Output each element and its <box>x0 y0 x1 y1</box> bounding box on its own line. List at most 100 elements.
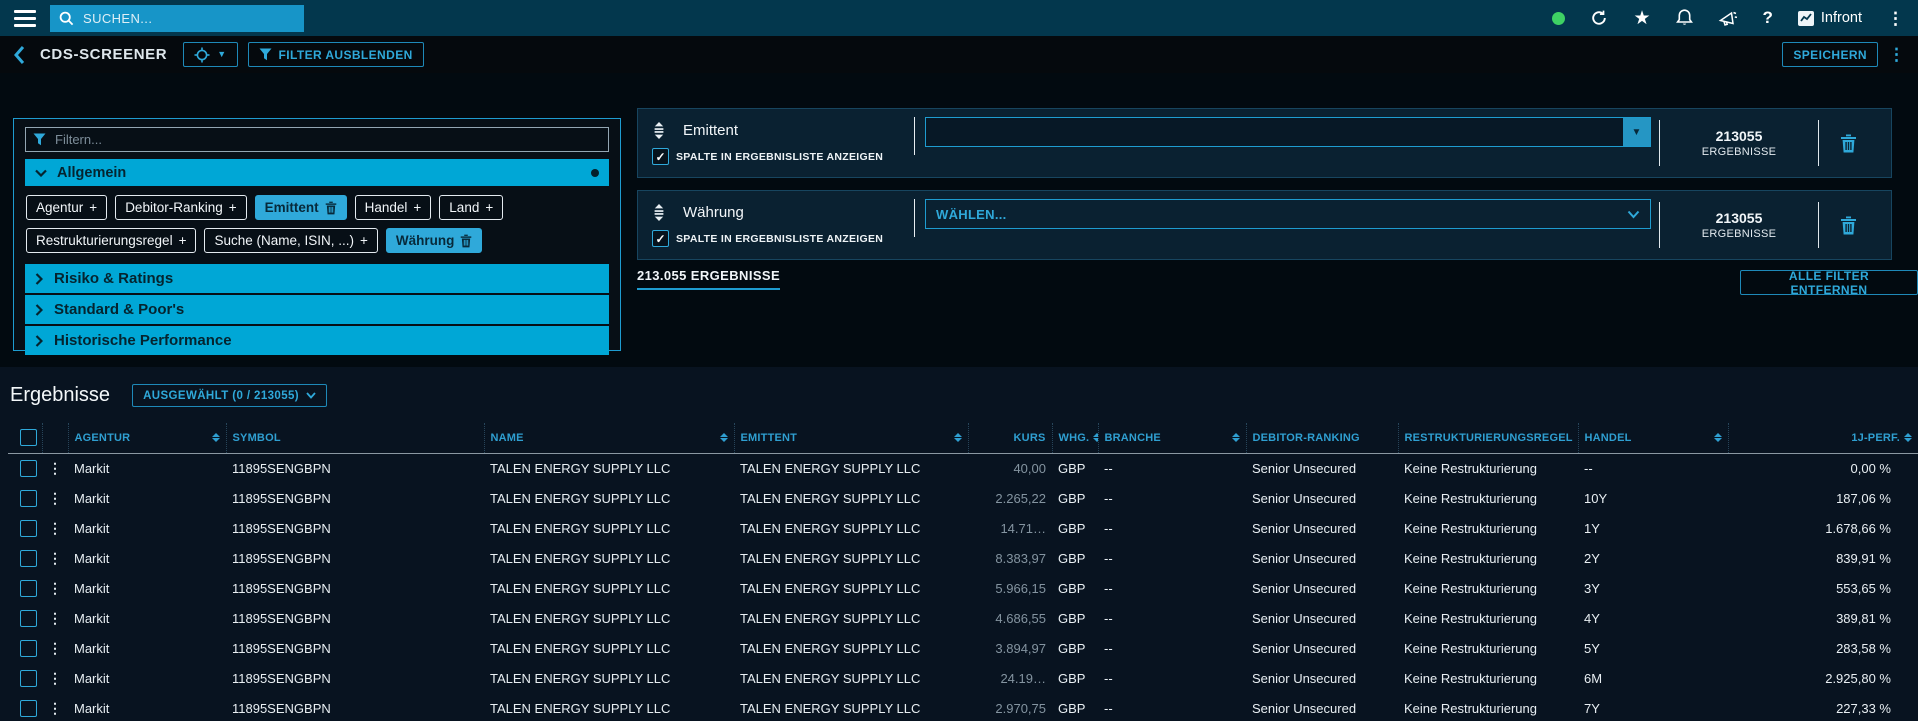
chip-label: Debitor-Ranking <box>125 200 223 215</box>
filter-chip-restrukturierungsregel[interactable]: Restrukturierungsregel + <box>26 228 196 253</box>
row-menu-icon[interactable]: ⋮ <box>48 550 62 566</box>
filter-search-input[interactable] <box>53 131 601 148</box>
chip-label: Emittent <box>265 200 319 215</box>
remove-filter-trash-icon[interactable] <box>1819 216 1877 235</box>
cell-restrukturierungsregel: Keine Restrukturierung <box>1398 454 1578 484</box>
row-checkbox[interactable] <box>20 610 37 627</box>
filter-search[interactable] <box>25 127 609 152</box>
drag-handle-icon[interactable] <box>652 122 666 139</box>
column-header-name[interactable]: NAME <box>484 423 734 454</box>
total-results-link[interactable]: 213.055 ERGEBNISSE <box>637 268 780 290</box>
toolbar-more-icon[interactable]: ⋮ <box>1888 45 1905 65</box>
waehrung-select[interactable]: WÄHLEN... <box>925 199 1651 229</box>
result-count-label: ERGEBNISSE <box>1660 228 1818 240</box>
filter-sidebar: Allgemein Agentur+Debitor-Ranking+Emitte… <box>13 118 621 351</box>
row-menu-icon[interactable]: ⋮ <box>48 520 62 536</box>
column-header-emittent[interactable]: EMITTENT <box>734 423 968 454</box>
section-label: Historische Performance <box>54 332 232 349</box>
selected-dropdown-button[interactable]: AUSGEWÄHLT (0 / 213055) <box>132 384 327 407</box>
announcements-megaphone-icon[interactable] <box>1718 10 1738 27</box>
sort-icon[interactable] <box>1714 433 1722 442</box>
cell-name: TALEN ENERGY SUPPLY LLC <box>484 604 734 634</box>
sort-icon[interactable] <box>954 433 962 442</box>
show-column-checkbox[interactable]: ✓ <box>652 148 669 165</box>
target-dropdown-button[interactable]: ▼ <box>183 42 237 67</box>
add-icon: + <box>179 233 187 248</box>
row-menu-icon[interactable]: ⋮ <box>48 460 62 476</box>
save-button[interactable]: SPEICHERN <box>1782 42 1878 67</box>
row-checkbox[interactable] <box>20 640 37 657</box>
cell-branche: -- <box>1098 484 1246 514</box>
global-search[interactable] <box>50 5 304 32</box>
sort-icon[interactable] <box>212 433 220 442</box>
cell-1j-perf-: 553,65 % <box>1728 574 1918 604</box>
section-historische-performance[interactable]: Historische Performance <box>25 326 609 355</box>
notifications-bell-icon[interactable] <box>1676 9 1693 27</box>
row-checkbox[interactable] <box>20 490 37 507</box>
row-checkbox[interactable] <box>20 580 37 597</box>
sort-icon[interactable] <box>1093 433 1098 442</box>
emittent-combo-input[interactable]: ▼ <box>925 117 1651 147</box>
chevron-right-icon <box>35 335 43 347</box>
chip-label: Restrukturierungsregel <box>36 233 173 248</box>
hamburger-menu-icon[interactable] <box>14 10 36 27</box>
cell-kurs: 8.383,97 <box>968 544 1052 574</box>
column-header-branche[interactable]: BRANCHE <box>1098 423 1246 454</box>
sort-icon[interactable] <box>1232 433 1240 442</box>
topbar-more-icon[interactable]: ⋮ <box>1887 10 1904 27</box>
show-column-checkbox[interactable]: ✓ <box>652 230 669 247</box>
sort-icon[interactable] <box>720 433 728 442</box>
filter-chip-emittent[interactable]: Emittent <box>255 195 347 220</box>
section-label: Allgemein <box>57 165 126 181</box>
trash-icon <box>460 234 472 248</box>
help-icon[interactable]: ? <box>1763 8 1773 28</box>
section-allgemein[interactable]: Allgemein <box>25 159 609 186</box>
combo-dropdown-button[interactable]: ▼ <box>1623 118 1650 146</box>
column-header-handel[interactable]: HANDEL <box>1578 423 1728 454</box>
row-menu-icon[interactable]: ⋮ <box>48 580 62 596</box>
row-menu-icon[interactable]: ⋮ <box>48 670 62 686</box>
filter-name: Emittent <box>683 122 738 139</box>
column-header-whg-[interactable]: WHG. <box>1052 423 1098 454</box>
row-checkbox[interactable] <box>20 670 37 687</box>
filter-chip-land[interactable]: Land+ <box>439 195 503 220</box>
remove-filter-trash-icon[interactable] <box>1819 134 1877 153</box>
favorites-star-icon[interactable]: ★ <box>1633 9 1650 28</box>
cell-whg-: GBP <box>1052 664 1098 694</box>
search-input[interactable] <box>81 10 295 27</box>
row-menu-icon[interactable]: ⋮ <box>48 490 62 506</box>
cell-debitor-ranking: Senior Unsecured <box>1246 634 1398 664</box>
cell-emittent: TALEN ENERGY SUPPLY LLC <box>734 574 968 604</box>
chevron-down-icon: ▼ <box>217 50 226 59</box>
chevron-right-icon <box>35 273 43 285</box>
results-table: AGENTURSYMBOLNAMEEMITTENTKURSWHG.BRANCHE… <box>8 423 1918 721</box>
row-checkbox[interactable] <box>20 700 37 717</box>
section-risiko-ratings[interactable]: Risiko & Ratings <box>25 264 609 293</box>
row-checkbox[interactable] <box>20 550 37 567</box>
filter-chip-suche-name-isin-[interactable]: Suche (Name, ISIN, ...)+ <box>204 228 377 253</box>
column-label: AGENTUR <box>75 432 131 444</box>
row-menu-icon[interactable]: ⋮ <box>48 700 62 716</box>
sort-icon[interactable] <box>1904 433 1912 442</box>
refresh-icon[interactable] <box>1590 9 1608 27</box>
filter-chip-debitor-ranking[interactable]: Debitor-Ranking+ <box>115 195 246 220</box>
section-standard-poors[interactable]: Standard & Poor's <box>25 295 609 324</box>
drag-handle-icon[interactable] <box>652 204 666 221</box>
clear-all-filters-button[interactable]: ALLE FILTER ENTFERNEN <box>1740 270 1918 295</box>
filter-chip-agentur[interactable]: Agentur+ <box>26 195 107 220</box>
row-menu-icon[interactable]: ⋮ <box>48 610 62 626</box>
row-menu-icon[interactable]: ⋮ <box>48 640 62 656</box>
filter-chip-handel[interactable]: Handel+ <box>355 195 432 220</box>
row-checkbox[interactable] <box>20 520 37 537</box>
back-chevron-icon[interactable] <box>13 45 26 65</box>
cell-handel: 10Y <box>1578 484 1728 514</box>
column-header-1j-perf-[interactable]: 1J-PERF. <box>1728 423 1918 454</box>
select-all-checkbox[interactable] <box>20 429 37 446</box>
filter-chip-währung[interactable]: Währung <box>386 228 483 253</box>
table-row: ⋮Markit11895SENGBPNTALEN ENERGY SUPPLY L… <box>8 694 1918 721</box>
row-checkbox[interactable] <box>20 460 37 477</box>
column-header-agentur[interactable]: AGENTUR <box>68 423 226 454</box>
cell-kurs: 5.966,15 <box>968 574 1052 604</box>
cell-emittent: TALEN ENERGY SUPPLY LLC <box>734 484 968 514</box>
filter-toggle-button[interactable]: FILTER AUSBLENDEN <box>248 42 424 67</box>
